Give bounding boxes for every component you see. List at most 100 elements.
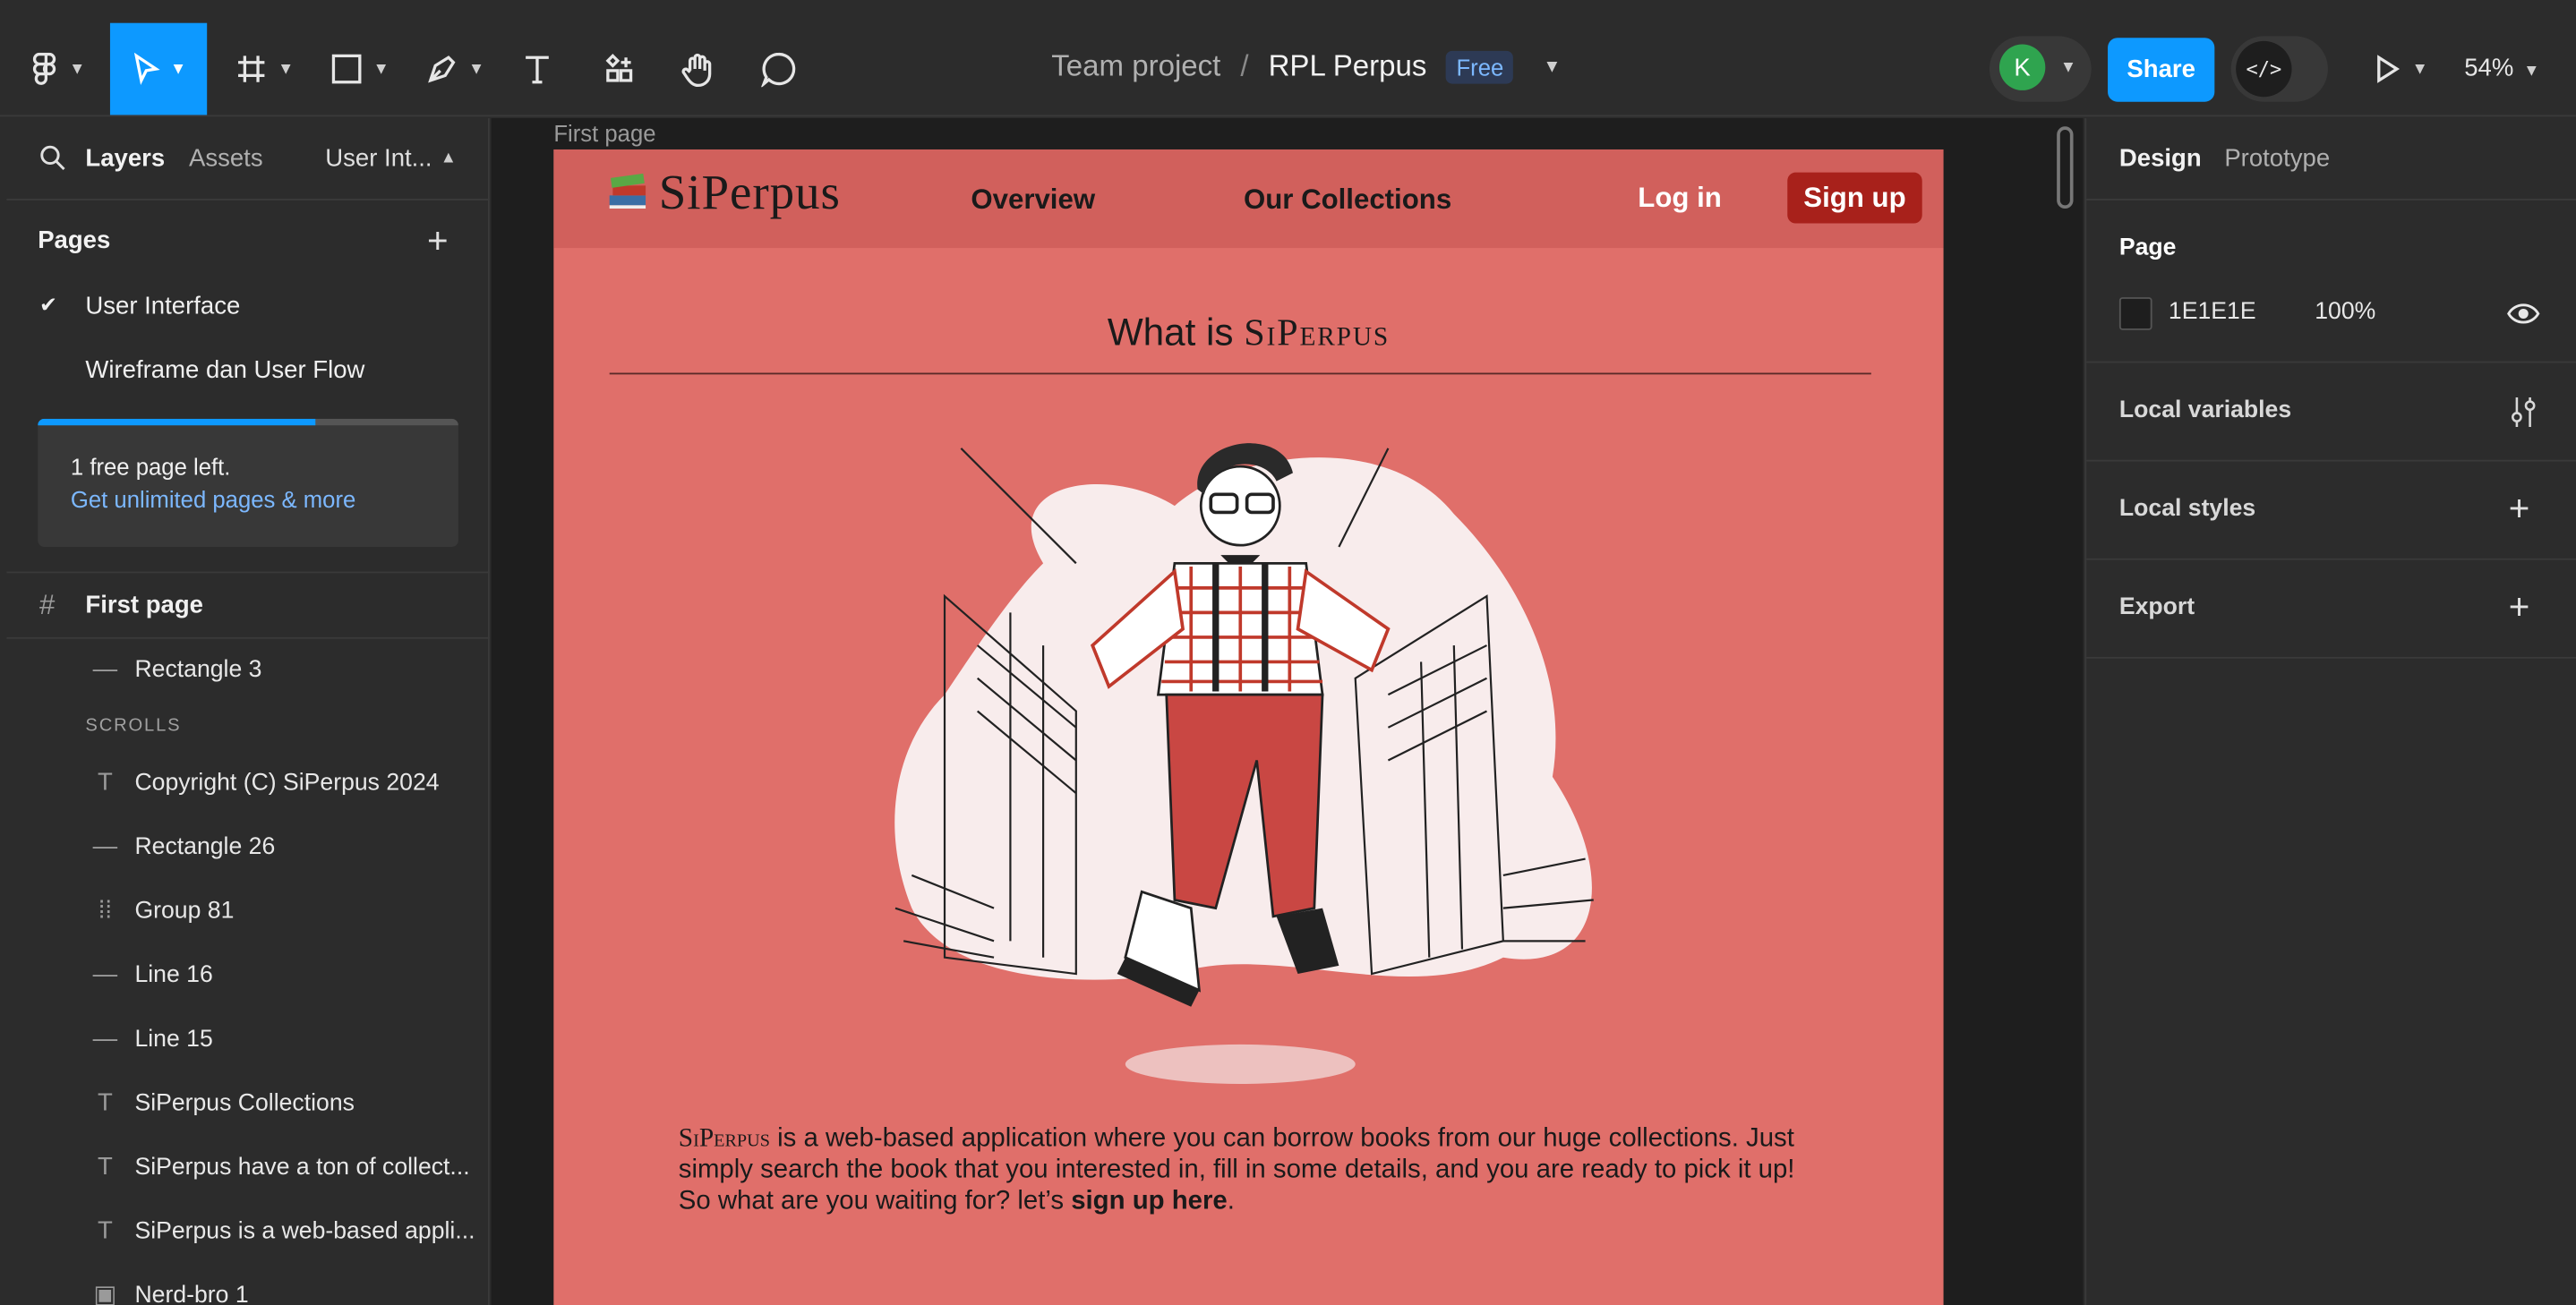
file-menu-chevron-icon[interactable]: ▼: [1543, 56, 1561, 76]
page-user-interface[interactable]: User Interface: [85, 293, 240, 320]
canvas-scrollbar[interactable]: [2057, 126, 2074, 209]
text-tool-button[interactable]: [512, 23, 561, 115]
tab-assets[interactable]: Assets: [189, 144, 263, 172]
site-logo[interactable]: SiPerpus: [659, 166, 841, 221]
layer-row[interactable]: T SiPerpus have a ton of collect...: [6, 1137, 489, 1201]
layer-name: Group 81: [134, 898, 235, 925]
text-icon: T: [97, 1088, 113, 1117]
zoom-menu[interactable]: 54% ▼: [2464, 55, 2539, 82]
divider: [2086, 656, 2576, 659]
line-icon: —: [92, 960, 118, 989]
line-icon: —: [92, 655, 118, 684]
search-icon[interactable]: [39, 144, 65, 171]
layer-name: Line 15: [134, 1026, 213, 1053]
local-variables-title: Local variables: [2118, 397, 2292, 424]
pages-title: Pages: [38, 226, 111, 255]
page-color-hex[interactable]: 1E1E1E: [2169, 299, 2256, 325]
text-icon: T: [97, 1153, 113, 1181]
play-icon: [2377, 55, 2401, 83]
avatar[interactable]: K: [1998, 44, 2046, 90]
layer-name: SiPerpus have a ton of collect...: [134, 1154, 470, 1181]
signup-inline-link[interactable]: sign up here: [1071, 1188, 1228, 1215]
upgrade-link[interactable]: Get unlimited pages & more: [71, 486, 355, 512]
signup-button[interactable]: Sign up: [1787, 172, 1922, 224]
pen-tool-button[interactable]: ▼: [417, 23, 492, 115]
tab-prototype[interactable]: Prototype: [2224, 144, 2330, 172]
page-switcher[interactable]: User Int...: [325, 144, 432, 172]
nav-our-collections[interactable]: Our Collections: [1244, 183, 1451, 217]
text-tool-icon: [526, 55, 549, 84]
file-title: Team project / RPL Perpus Free ▼: [1051, 49, 1561, 84]
layer-row[interactable]: — Line 15: [6, 1009, 489, 1073]
hand-tool-button[interactable]: [673, 23, 723, 115]
layer-row[interactable]: — Line 16: [6, 944, 489, 1009]
main-menu-button[interactable]: ▼: [23, 23, 92, 115]
layer-row[interactable]: — Rectangle 26: [6, 816, 489, 881]
pen-icon: [428, 55, 456, 83]
layer-row[interactable]: T SiPerpus is a web-based appli...: [6, 1200, 489, 1265]
layer-row[interactable]: — Rectangle 3: [6, 639, 489, 704]
layer-row[interactable]: T SiPerpus Collections: [6, 1072, 489, 1137]
site-description: SiPerpus is a web-based application wher…: [679, 1123, 1828, 1217]
desc-brand: SiPerpus: [678, 1124, 770, 1154]
tab-design[interactable]: Design: [2119, 144, 2202, 172]
pages-progress-bar: [38, 418, 458, 426]
nav-overview[interactable]: Overview: [971, 183, 1095, 217]
login-link[interactable]: Log in: [1638, 183, 1722, 216]
first-page-frame[interactable]: SiPerpus Overview Our Collections Log in…: [553, 149, 1944, 1305]
divider: [2086, 361, 2576, 363]
title-separator: /: [1240, 49, 1249, 82]
layer-name: Rectangle 26: [134, 834, 276, 861]
page-wireframe[interactable]: Wireframe dan User Flow: [85, 356, 364, 384]
rectangle-icon: [331, 54, 362, 84]
canvas[interactable]: First page SiPerpus Overview Our Collect…: [491, 118, 2084, 1305]
divider: [2086, 558, 2576, 560]
layers-assets-tabs: Layers Assets User Int... ▲: [6, 118, 490, 200]
free-pages-left: 1 free page left.: [70, 453, 231, 480]
resources-button[interactable]: [595, 23, 644, 115]
right-panel: Design Prototype Page 1E1E1E 100% Local …: [2084, 118, 2576, 1305]
pointer-icon: [133, 52, 159, 85]
page-color-swatch[interactable]: [2118, 297, 2152, 330]
hand-icon: [681, 53, 712, 88]
page-opacity[interactable]: 100%: [2315, 299, 2375, 325]
team-name[interactable]: Team project: [1051, 49, 1220, 84]
site-navbar: SiPerpus Overview Our Collections Log in…: [553, 149, 1944, 249]
add-export-icon[interactable]: +: [2509, 589, 2530, 626]
text-icon: T: [97, 1216, 113, 1245]
dev-mode-toggle[interactable]: </>: [2230, 36, 2328, 102]
present-button[interactable]: ▼: [2366, 23, 2435, 115]
chevron-up-icon[interactable]: ▲: [441, 149, 457, 167]
file-name[interactable]: RPL Perpus: [1269, 49, 1427, 84]
figma-window: ▼ ▼ ▼ ▼ ▼ Team project / RPL Perpus Free…: [0, 0, 2576, 1305]
desc-end: .: [1227, 1187, 1235, 1215]
chevron-down-icon[interactable]: ▼: [2060, 59, 2076, 77]
layer-name: SiPerpus is a web-based appli...: [134, 1218, 475, 1245]
layer-frame-first-page[interactable]: # First page: [6, 573, 489, 638]
add-page-icon[interactable]: +: [427, 223, 449, 260]
layer-name: Nerd-bro 1: [134, 1282, 249, 1305]
group-icon: ⁞⁞: [98, 896, 113, 925]
plan-badge[interactable]: Free: [1446, 49, 1514, 83]
move-tool-button[interactable]: ▼: [109, 22, 208, 115]
comment-icon: [761, 52, 796, 88]
layer-row[interactable]: T Copyright (C) SiPerpus 2024: [6, 752, 489, 816]
chevron-down-icon: ▼: [169, 59, 187, 79]
pages-progress-fill: [38, 418, 316, 426]
share-button[interactable]: Share: [2108, 38, 2215, 102]
frame-tool-button[interactable]: ▼: [227, 23, 302, 115]
frame-label[interactable]: First page: [553, 120, 655, 146]
variables-icon[interactable]: [2509, 396, 2538, 429]
eye-icon[interactable]: [2507, 301, 2540, 327]
chevron-down-icon: ▼: [372, 59, 389, 79]
components-icon: [605, 54, 633, 82]
divider: [2086, 199, 2576, 200]
layer-name: Rectangle 3: [134, 656, 262, 684]
layer-row[interactable]: ▣ Nerd-bro 1: [6, 1265, 489, 1305]
add-style-icon[interactable]: +: [2509, 490, 2530, 527]
layer-row[interactable]: ⁞⁞ Group 81: [6, 880, 489, 944]
tab-layers[interactable]: Layers: [85, 144, 165, 172]
shape-tool-button[interactable]: ▼: [322, 23, 398, 115]
comment-tool-button[interactable]: [754, 23, 803, 115]
chevron-down-icon: ▼: [2411, 59, 2428, 79]
